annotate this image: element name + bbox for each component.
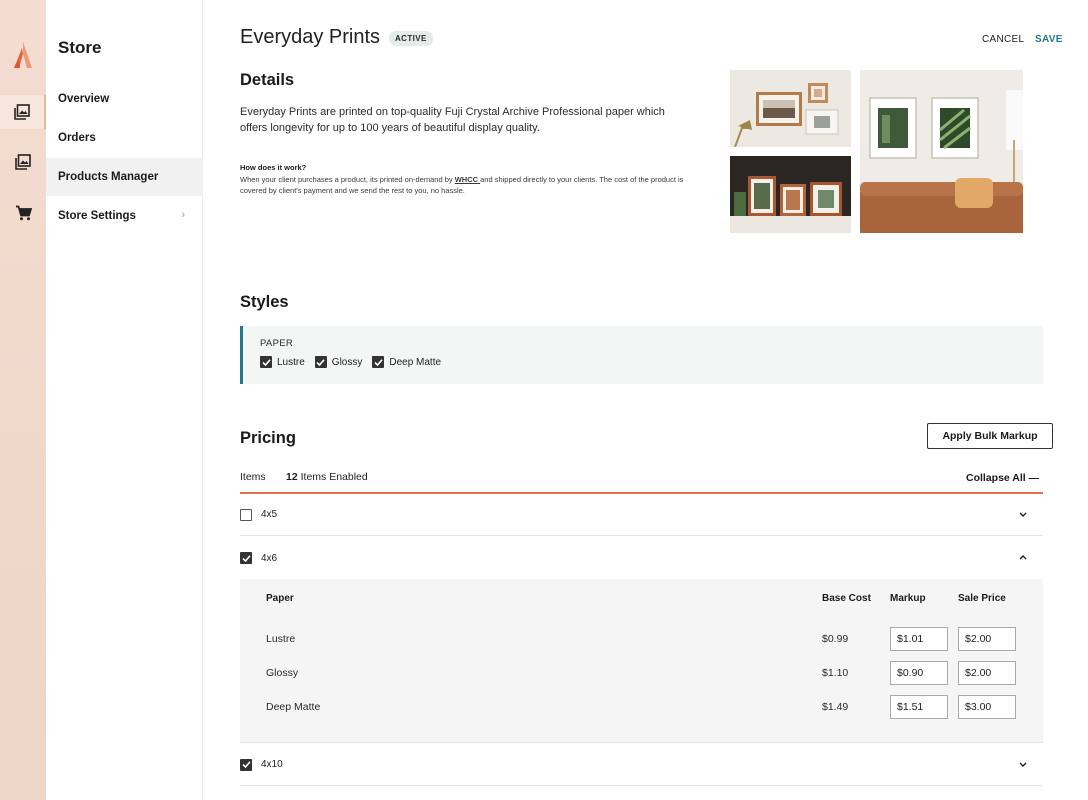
details-description: Everyday Prints are printed on top-quali… [240, 106, 665, 134]
chevron-down-icon[interactable] [1017, 758, 1029, 770]
column-header-markup: Markup [890, 593, 926, 604]
sale-price-input[interactable] [958, 627, 1016, 651]
product-photo-wall-frames [730, 70, 851, 147]
column-header-sale-price: Sale Price [958, 593, 1006, 604]
paper-option-glossy[interactable]: Glossy [314, 356, 363, 368]
nav-item-products-manager[interactable]: Products Manager [46, 158, 203, 196]
styles-heading: Styles [240, 293, 289, 311]
chevron-up-icon[interactable] [1017, 551, 1029, 563]
how-it-works-title: How does it work? [240, 163, 307, 172]
nav-item-label: Store Settings [58, 210, 136, 222]
nav-item-label: Orders [58, 132, 96, 144]
icon-rail [0, 0, 46, 800]
base-cost-cell: $0.99 [822, 633, 849, 645]
checkbox-checked-icon[interactable] [372, 356, 385, 368]
save-button[interactable]: SAVE [1035, 34, 1063, 45]
enabled-count-suffix: Items Enabled [297, 471, 368, 483]
store-subnav: Store Overview Orders Products Manager S… [46, 0, 203, 800]
styles-panel: PAPER Lustre Glossy Deep Matte [240, 326, 1043, 384]
apply-bulk-markup-button[interactable]: Apply Bulk Markup [927, 423, 1053, 449]
pricing-item-row-4x6[interactable]: 4x6 [240, 537, 1043, 579]
base-cost-cell: $1.10 [822, 667, 849, 679]
paper-group-label: PAPER [260, 338, 294, 349]
whcc-link[interactable]: WHCC [455, 175, 480, 184]
how-text-pre: When your client purchases a product, it… [240, 175, 455, 184]
nav-item-orders[interactable]: Orders [46, 119, 203, 157]
column-header-paper: Paper [266, 593, 294, 604]
app-window: Store Overview Orders Products Manager S… [0, 0, 1088, 800]
paper-cell: Glossy [266, 667, 299, 679]
status-badge: ACTIVE [389, 31, 433, 46]
nav-item-store-settings[interactable]: Store Settings › [46, 197, 203, 235]
pricing-heading: Pricing [240, 429, 296, 447]
checkbox-checked-icon[interactable] [260, 356, 272, 368]
nav-item-label: Overview [58, 93, 110, 105]
photos-icon [14, 104, 30, 120]
rail-gallery-button[interactable] [0, 145, 46, 179]
paper-option-lustre[interactable]: Lustre [260, 356, 305, 368]
checkbox-checked-icon[interactable] [240, 552, 252, 564]
store-title: Store [58, 38, 102, 57]
paper-option-label: Deep Matte [389, 356, 442, 368]
page-title: Everyday Prints [240, 26, 381, 48]
enabled-count-number: 12 [286, 471, 298, 483]
checkbox-checked-icon[interactable] [314, 356, 327, 368]
paper-cell: Deep Matte [266, 701, 321, 713]
paper-options: Lustre Glossy Deep Matte [260, 356, 451, 368]
pricing-item-row-4x10[interactable]: 4x10 [240, 744, 1043, 786]
paper-option-label: Glossy [331, 356, 363, 368]
rail-photos-button[interactable] [0, 95, 46, 129]
markup-input[interactable] [890, 627, 948, 651]
gallery-icon [15, 154, 31, 170]
checkbox-unchecked-icon[interactable] [240, 508, 252, 521]
product-photo-living-room [860, 70, 1023, 233]
rail-store-button[interactable] [0, 196, 46, 230]
main-content: Everyday Prints ACTIVE CANCEL SAVE Detai… [203, 0, 1088, 800]
details-heading: Details [240, 71, 295, 89]
column-header-base-cost: Base Cost [822, 593, 871, 604]
item-size-label: 4x5 [261, 509, 278, 520]
cart-icon [15, 205, 32, 221]
paper-option-label: Lustre [277, 356, 305, 368]
paper-cell: Lustre [266, 633, 296, 645]
items-label: Items [240, 471, 266, 483]
pricing-item-row-4x5[interactable]: 4x5 [240, 494, 1043, 536]
chevron-down-icon[interactable] [1017, 508, 1029, 520]
logo-icon [14, 42, 32, 68]
nav-item-label: Products Manager [58, 171, 159, 183]
pricing-table-4x6: Paper Base Cost Markup Sale Price Lustre… [240, 579, 1043, 743]
collapse-all-button[interactable]: Collapse All — [966, 472, 1039, 484]
paper-option-deep-matte[interactable]: Deep Matte [372, 356, 441, 368]
checkbox-checked-icon[interactable] [240, 758, 252, 771]
item-size-label: 4x10 [261, 759, 283, 770]
sale-price-input[interactable] [958, 695, 1016, 719]
product-photo-table-frames [730, 156, 851, 233]
cancel-button[interactable]: CANCEL [982, 34, 1024, 45]
item-size-label: 4x6 [261, 552, 278, 564]
sale-price-input[interactable] [958, 661, 1016, 685]
how-it-works-text: When your client purchases a product, it… [240, 174, 690, 196]
nav-item-overview[interactable]: Overview [46, 80, 203, 118]
markup-input[interactable] [890, 661, 948, 685]
base-cost-cell: $1.49 [822, 701, 849, 713]
items-enabled-count: 12 Items Enabled [286, 471, 368, 483]
chevron-right-icon: › [181, 209, 185, 221]
markup-input[interactable] [890, 695, 948, 719]
